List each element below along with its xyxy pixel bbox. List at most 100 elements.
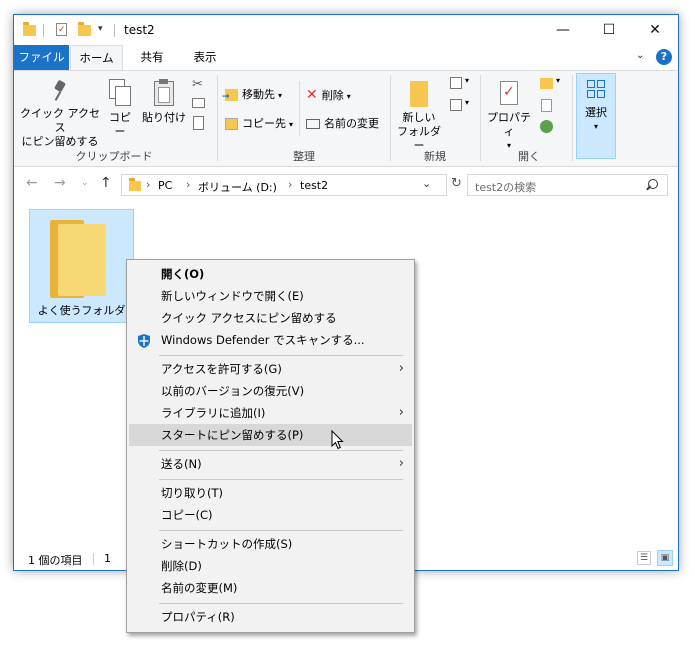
submenu-arrow-icon: › <box>398 361 404 376</box>
copy-to-button[interactable]: コピー先 ▾ <box>225 114 293 134</box>
copy-to-dropdown-icon: ▾ <box>289 120 294 129</box>
paste-shortcut-icon[interactable] <box>193 116 204 130</box>
new-group-label: 新規 <box>424 150 446 163</box>
folder-item[interactable]: よく使うフォルダ <box>29 209 134 323</box>
menu-item-create-shortcut[interactable]: ショートカットの作成(S) <box>129 533 412 555</box>
rename-icon <box>306 119 320 129</box>
menu-item-open-new-window[interactable]: 新しいウィンドウで開く(E) <box>129 285 412 307</box>
maximize-button[interactable]: ☐ <box>586 15 632 45</box>
details-view-icon[interactable]: ☰ <box>637 551 651 565</box>
menu-item-pin-quick-access[interactable]: クイック アクセスにピン留めする <box>129 307 412 329</box>
tab-home[interactable]: ホーム <box>70 45 123 70</box>
easy-access-dropdown-icon[interactable]: ▾ <box>465 98 469 107</box>
select-button[interactable]: 選択 ▾ <box>576 73 616 159</box>
ribbon-separator-inner <box>299 81 300 136</box>
new-folder-qat-icon[interactable] <box>78 22 91 36</box>
menu-item-send-to[interactable]: 送る(N) › <box>129 453 412 475</box>
menu-item-pin-to-start[interactable]: スタートにピン留めする(P) <box>129 424 412 450</box>
menu-separator <box>159 355 403 356</box>
minimize-button[interactable]: — <box>540 15 586 45</box>
large-icons-view-icon[interactable]: ▣ <box>657 550 673 566</box>
address-bar[interactable]: › PC › ボリューム (D:) › test2 ⌄ <box>121 174 447 196</box>
help-icon[interactable]: ? <box>656 49 672 65</box>
status-separator <box>93 553 94 565</box>
paste-icon <box>154 79 174 106</box>
breadcrumb-volume[interactable]: ボリューム (D:) <box>198 179 277 195</box>
folder-icon <box>50 220 106 298</box>
open-dropdown-icon[interactable]: ▾ <box>556 76 560 85</box>
menu-item-defender-scan[interactable]: Windows Defender でスキャンする... <box>129 329 412 351</box>
pin-quick-access-button[interactable]: クイック アクセス にピン留めする <box>20 75 100 149</box>
collapse-ribbon-icon[interactable]: ⌄ <box>636 50 644 61</box>
menu-item-rename[interactable]: 名前の変更(M) <box>129 577 412 599</box>
close-button[interactable]: ✕ <box>632 15 678 45</box>
delete-label: 削除 <box>321 89 344 102</box>
tab-view[interactable]: 表示 <box>181 45 229 70</box>
selected-count: 1 <box>104 552 111 565</box>
copy-button[interactable]: コピー <box>104 75 136 139</box>
properties-icon: ✓ <box>500 81 518 105</box>
delete-button[interactable]: ✕ 削除 ▾ <box>306 85 351 105</box>
defender-shield-icon <box>137 333 151 348</box>
address-folder-icon <box>129 178 141 191</box>
rename-button[interactable]: 名前の変更 <box>306 114 379 134</box>
copy-label: コピー <box>109 111 131 138</box>
breadcrumb-sep-icon: › <box>288 178 293 191</box>
menu-separator <box>159 603 403 604</box>
search-box[interactable]: test2の検索 <box>467 174 668 196</box>
menu-item-give-access[interactable]: アクセスを許可する(G) › <box>129 358 412 380</box>
qat-separator <box>43 24 44 37</box>
menu-item-copy[interactable]: コピー(C) <box>129 504 412 526</box>
breadcrumb-pc[interactable]: PC <box>158 179 172 192</box>
paste-button[interactable]: 貼り付け <box>140 75 188 125</box>
ribbon-separator-2 <box>390 75 391 161</box>
easy-access-icon[interactable] <box>450 99 462 111</box>
edit-icon[interactable] <box>541 99 552 112</box>
menu-separator <box>159 479 403 480</box>
folder-icon <box>23 22 36 36</box>
properties-qat-icon[interactable]: ✓ <box>56 23 67 36</box>
open-group-label: 開く <box>518 150 540 163</box>
pin-icon <box>54 79 66 101</box>
menu-item-open[interactable]: 開く(O) <box>129 263 412 285</box>
breadcrumb-test2[interactable]: test2 <box>300 179 328 192</box>
copy-path-icon[interactable] <box>192 98 205 108</box>
forward-icon[interactable]: → <box>54 175 66 191</box>
qat-dropdown-icon[interactable]: ▾ <box>98 24 103 34</box>
cut-icon[interactable]: ✂ <box>192 77 203 92</box>
pin-label-2: にピン留めする <box>21 135 99 148</box>
copy-to-label: コピー先 <box>242 117 286 130</box>
ribbon-separator <box>217 75 218 161</box>
recent-locations-icon[interactable]: ⌄ <box>81 178 89 188</box>
ribbon: クイック アクセス にピン留めする コピー 貼り付け ✂ クリップボード → 移… <box>14 70 678 167</box>
delete-dropdown-icon: ▾ <box>346 92 351 101</box>
properties-button[interactable]: ✓ プロパティ ▾ <box>484 75 534 153</box>
folder-name: よく使うフォルダ <box>37 304 126 317</box>
new-item-dropdown-icon[interactable]: ▾ <box>465 76 469 85</box>
up-icon[interactable]: ↑ <box>100 175 112 191</box>
new-item-icon[interactable] <box>450 77 462 89</box>
address-dropdown-icon[interactable]: ⌄ <box>422 177 431 190</box>
menu-item-add-to-library[interactable]: ライブラリに追加(I) › <box>129 402 412 424</box>
copy-icon <box>109 79 131 106</box>
pin-label-1: クイック アクセス <box>20 107 100 134</box>
menu-item-delete[interactable]: 削除(D) <box>129 555 412 577</box>
menu-separator <box>159 450 403 451</box>
move-to-label: 移動先 <box>242 88 275 101</box>
new-folder-label-1: 新しい <box>402 111 436 124</box>
tab-share[interactable]: 共有 <box>128 45 176 70</box>
menu-item-restore-versions[interactable]: 以前のバージョンの復元(V) <box>129 380 412 402</box>
new-folder-button[interactable]: 新しい フォルダー <box>394 75 444 153</box>
back-icon[interactable]: ← <box>26 175 38 191</box>
tab-file[interactable]: ファイル <box>14 45 69 70</box>
history-icon[interactable] <box>540 120 553 133</box>
delete-icon: ✕ <box>306 87 318 103</box>
context-menu: 開く(O) 新しいウィンドウで開く(E) クイック アクセスにピン留めする Wi… <box>126 259 415 633</box>
refresh-icon[interactable]: ↻ <box>451 176 462 191</box>
menu-item-properties[interactable]: プロパティ(R) <box>129 606 412 628</box>
move-to-button[interactable]: → 移動先 ▾ <box>222 85 282 105</box>
navigation-bar: ← → ⌄ ↑ › PC › ボリューム (D:) › test2 ⌄ ↻ te… <box>14 167 678 203</box>
open-icon[interactable] <box>540 78 553 89</box>
menu-item-cut[interactable]: 切り取り(T) <box>129 482 412 504</box>
menu-separator <box>159 530 403 531</box>
